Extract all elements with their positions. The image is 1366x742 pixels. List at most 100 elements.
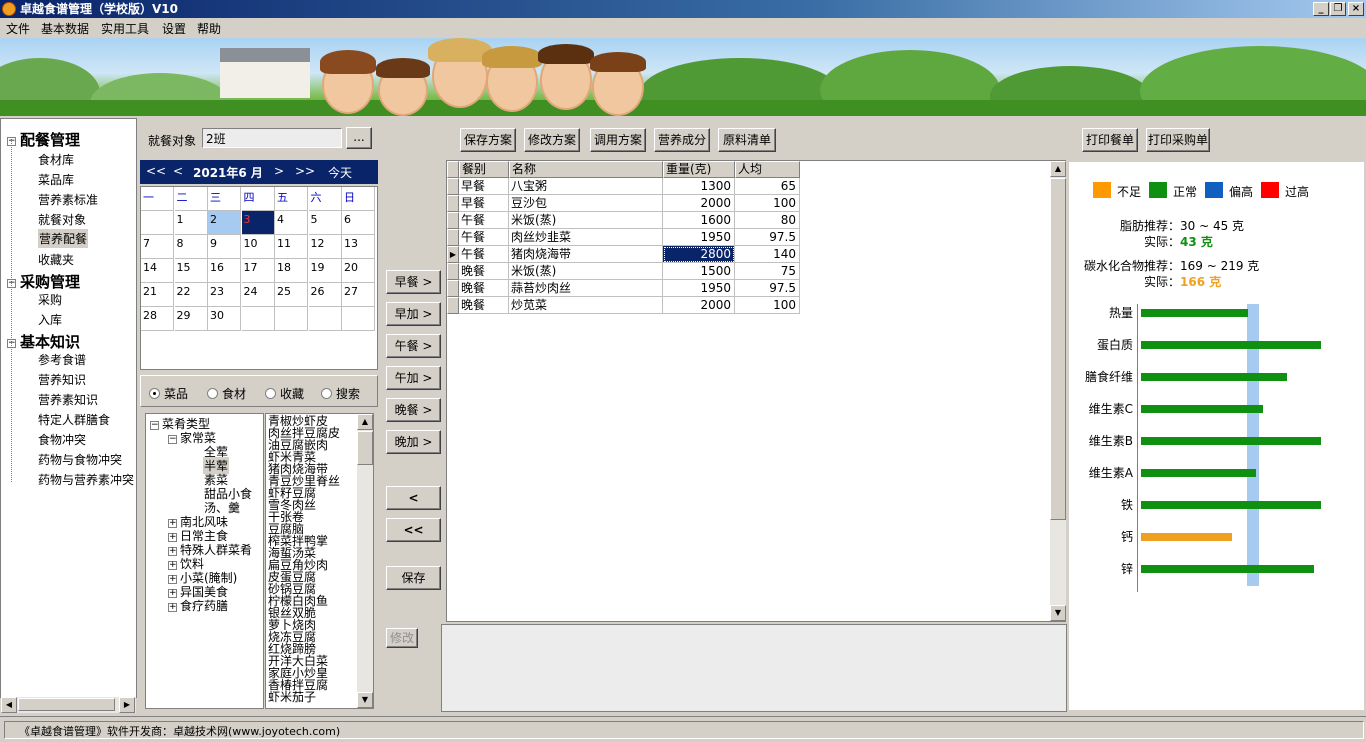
cal-day[interactable]: 18: [275, 259, 308, 283]
nav-item-diners[interactable]: 就餐对象: [38, 211, 86, 228]
nav-item-ingredients[interactable]: 食材库: [38, 151, 74, 168]
table-cell[interactable]: 80: [735, 212, 800, 229]
table-cell[interactable]: 午餐: [459, 212, 509, 229]
table-cell[interactable]: 早餐: [459, 178, 509, 195]
table-cell[interactable]: 1300: [663, 178, 735, 195]
table-cell[interactable]: 1600: [663, 212, 735, 229]
add-dinner-button[interactable]: 晚餐 >: [386, 398, 441, 422]
cal-day[interactable]: 26: [308, 283, 342, 307]
cal-day[interactable]: 29: [174, 307, 208, 331]
table-cell[interactable]: 100: [735, 297, 800, 314]
cal-day[interactable]: 22: [174, 283, 208, 307]
nav-group-knowledge[interactable]: − 基本知识: [7, 331, 80, 352]
close-button[interactable]: ×: [1348, 2, 1364, 16]
column-header[interactable]: 人均: [735, 161, 800, 178]
table-cell[interactable]: 早餐: [459, 195, 509, 212]
row-selector[interactable]: ▶: [447, 246, 459, 263]
table-cell[interactable]: 2000: [663, 297, 735, 314]
table-cell[interactable]: 97.5: [735, 280, 800, 297]
table-cell[interactable]: 米饭(蒸): [509, 263, 663, 280]
column-header[interactable]: 名称: [509, 161, 663, 178]
row-selector[interactable]: [447, 195, 459, 212]
table-cell[interactable]: 1500: [663, 263, 735, 280]
cal-day[interactable]: 20: [342, 259, 375, 283]
edit-button[interactable]: 修改: [386, 628, 418, 648]
table-cell[interactable]: 肉丝炒韭菜: [509, 229, 663, 246]
nav-item-reference-recipes[interactable]: 参考食谱: [38, 351, 86, 368]
nav-item-food-conflicts[interactable]: 食物冲突: [38, 431, 86, 448]
filter-radio-dishes[interactable]: 菜品: [149, 385, 188, 402]
table-cell[interactable]: 65: [735, 178, 800, 195]
cal-day[interactable]: 1: [174, 211, 208, 235]
cal-next-month-button[interactable]: >: [274, 164, 284, 178]
row-selector[interactable]: [447, 212, 459, 229]
nav-item-drug-nutrient-conflicts[interactable]: 药物与营养素冲突: [38, 471, 134, 488]
cal-day[interactable]: 27: [342, 283, 375, 307]
nav-item-dishes[interactable]: 菜品库: [38, 171, 74, 188]
table-cell[interactable]: 炒苋菜: [509, 297, 663, 314]
table-cell[interactable]: 1950: [663, 229, 735, 246]
cal-day[interactable]: 15: [174, 259, 208, 283]
cal-day[interactable]: 13: [342, 235, 375, 259]
table-scrollbar[interactable]: ▲ ▼: [1050, 161, 1066, 621]
table-cell[interactable]: 晚餐: [459, 297, 509, 314]
cal-day[interactable]: 16: [208, 259, 241, 283]
nav-item-purchase[interactable]: 采购: [38, 291, 62, 308]
cal-day[interactable]: 19: [308, 259, 342, 283]
cal-day[interactable]: 23: [208, 283, 241, 307]
cal-day[interactable]: 12: [308, 235, 342, 259]
nav-item-nutrient-standards[interactable]: 营养素标准: [38, 191, 98, 208]
cal-next-year-button[interactable]: >>: [295, 164, 315, 178]
nav-hscroll[interactable]: ◀ ▶: [1, 697, 136, 713]
filter-radio-favorites[interactable]: 收藏: [265, 385, 304, 402]
table-cell[interactable]: 八宝粥: [509, 178, 663, 195]
cal-day[interactable]: 30: [208, 307, 241, 331]
cal-day[interactable]: 14: [141, 259, 174, 283]
menu-help[interactable]: 帮助: [197, 20, 221, 37]
cal-day[interactable]: 21: [141, 283, 174, 307]
table-cell[interactable]: 豆沙包: [509, 195, 663, 212]
table-cell[interactable]: 1950: [663, 280, 735, 297]
table-cell[interactable]: 午餐: [459, 246, 509, 263]
nav-item-special-diets[interactable]: 特定人群膳食: [38, 411, 110, 428]
cal-day[interactable]: 28: [141, 307, 174, 331]
row-selector[interactable]: [447, 280, 459, 297]
column-header[interactable]: 餐别: [459, 161, 509, 178]
diner-browse-button[interactable]: ...: [346, 127, 372, 149]
dish-list-scrollbar[interactable]: ▲ ▼: [357, 414, 373, 708]
cal-day[interactable]: 2: [208, 211, 241, 235]
nutrition-button[interactable]: 营养成分: [654, 128, 710, 152]
add-lunch-extra-button[interactable]: 午加 >: [386, 366, 441, 390]
cal-day[interactable]: 24: [241, 283, 275, 307]
table-cell[interactable]: 75: [735, 263, 800, 280]
table-cell[interactable]: 2800: [663, 246, 735, 263]
filter-radio-ingredients[interactable]: 食材: [207, 385, 246, 402]
nav-item-nutrient-knowledge[interactable]: 营养素知识: [38, 391, 98, 408]
nav-item-favorites[interactable]: 收藏夹: [38, 251, 74, 268]
cal-day[interactable]: 8: [174, 235, 208, 259]
row-selector[interactable]: [447, 178, 459, 195]
filter-radio-search[interactable]: 搜索: [321, 385, 360, 402]
cal-day[interactable]: 10: [241, 235, 275, 259]
cal-day[interactable]: 4: [275, 211, 308, 235]
nav-item-drug-food-conflicts[interactable]: 药物与食物冲突: [38, 451, 122, 468]
cal-day[interactable]: 25: [275, 283, 308, 307]
nav-group-purchasing[interactable]: − 采购管理: [7, 271, 80, 292]
dish-list-item[interactable]: 虾米茄子: [268, 691, 316, 703]
nav-item-meal-planning[interactable]: 营养配餐: [38, 229, 89, 248]
load-plan-button[interactable]: 调用方案: [590, 128, 646, 152]
row-selector[interactable]: [447, 297, 459, 314]
add-lunch-button[interactable]: 午餐 >: [386, 334, 441, 358]
menu-settings[interactable]: 设置: [162, 20, 186, 37]
table-cell[interactable]: 2000: [663, 195, 735, 212]
print-menu-button[interactable]: 打印餐单: [1082, 128, 1138, 152]
add-dinner-extra-button[interactable]: 晚加 >: [386, 430, 441, 454]
add-breakfast-button[interactable]: 早餐 >: [386, 270, 441, 294]
minimize-button[interactable]: _: [1313, 2, 1329, 16]
row-selector[interactable]: [447, 229, 459, 246]
remove-all-button[interactable]: <<: [386, 518, 441, 542]
ingredient-list-button[interactable]: 原料清单: [718, 128, 776, 152]
cal-day[interactable]: 17: [241, 259, 275, 283]
add-breakfast-extra-button[interactable]: 早加 >: [386, 302, 441, 326]
save-button[interactable]: 保存: [386, 566, 441, 590]
